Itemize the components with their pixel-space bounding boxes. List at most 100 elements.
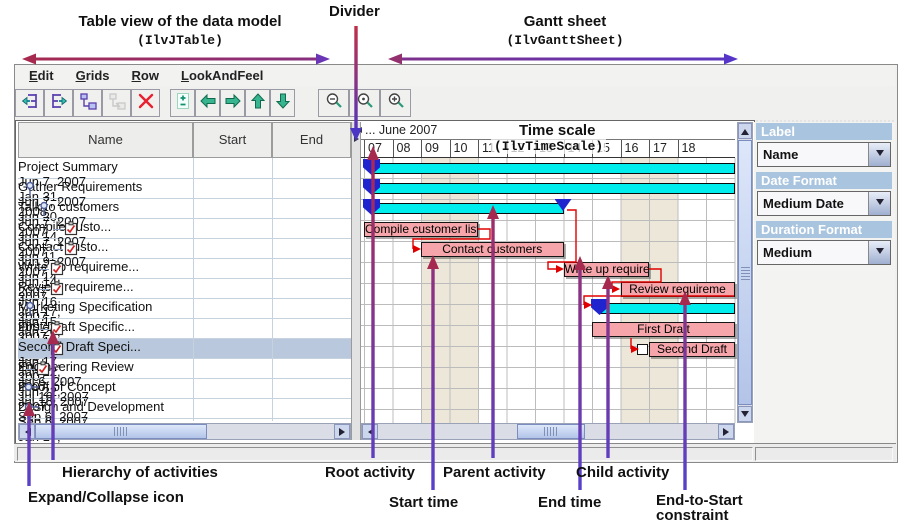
- task-activity-bar[interactable]: First Draft: [592, 322, 735, 337]
- toolbar-indent-row-button[interactable]: [44, 89, 73, 117]
- scroll-right-button[interactable]: [718, 424, 734, 439]
- scroll-left-button[interactable]: [362, 424, 378, 439]
- tree-collapsed-icon[interactable]: [24, 401, 40, 416]
- tree-expanded-icon[interactable]: [24, 301, 36, 320]
- combo-selected-value: Name: [758, 143, 868, 166]
- scroll-thumb[interactable]: [517, 424, 585, 439]
- annotation-time-scale-subtitle: (IlvTimeScale): [491, 139, 606, 154]
- toolbar-zoom-out-button[interactable]: [318, 89, 349, 117]
- table-row[interactable]: Project SummaryJun 7, 2007Jan 31, 2008: [18, 159, 351, 179]
- task-activity-bar[interactable]: Second Draft: [649, 342, 735, 357]
- toolbar-unlink-activities-button[interactable]: [102, 89, 131, 117]
- task-activity-bar[interactable]: Compile customer list: [364, 222, 478, 237]
- task-activity-bar[interactable]: Contact customers: [421, 242, 564, 257]
- activity-name: Write up requireme...: [18, 259, 142, 274]
- tree-expanded-icon[interactable]: [38, 201, 50, 220]
- annotation-end-to-start: End-to-Start constraint: [656, 493, 768, 523]
- table-h-scrollbar: [18, 423, 351, 440]
- scroll-thumb[interactable]: [738, 140, 752, 405]
- task-activity-bar[interactable]: Review requireme: [621, 282, 735, 297]
- link-activities-icon: [78, 91, 98, 116]
- task-checkbox-icon: [64, 241, 78, 259]
- combo-dropdown-button[interactable]: [868, 192, 890, 215]
- menu-item-lookandfeel[interactable]: LookAndFeel: [173, 68, 271, 83]
- toolbar-move-down-button[interactable]: [270, 89, 295, 117]
- table-row[interactable]: Marketing SpecificationJun 15, 2007Jun 2…: [18, 299, 351, 319]
- table-row[interactable]: First Draft Specific...Jun 15, 2007Jun 2…: [18, 319, 351, 339]
- table-row[interactable]: Engineering ReviewJul 6, 2007Jul 16, 200…: [18, 359, 351, 379]
- table-row[interactable]: Compile custo...Jun 7, 2007Jun 11, 2007: [18, 219, 351, 239]
- menu-item-grids[interactable]: Grids: [68, 68, 118, 83]
- tree-line: [53, 249, 63, 250]
- annotation-table-view-title: Table view of the data model: [30, 13, 330, 30]
- time-scale-border: [361, 157, 735, 158]
- tree-line: [39, 329, 49, 330]
- table-row[interactable]: Gather RequirementsJun 7, 2007Jun 20, 20…: [18, 179, 351, 199]
- activity-drag-handle[interactable]: [637, 344, 648, 355]
- tree-line: [39, 269, 49, 270]
- table-row[interactable]: Talk to customersJun 7, 2007Jun 14, 2007: [18, 199, 351, 219]
- scroll-right-button[interactable]: [334, 424, 350, 439]
- panel-combo-duration-format[interactable]: Medium: [757, 240, 891, 265]
- annotation-expand-collapse: Expand/Collapse icon: [28, 489, 184, 506]
- split-divider[interactable]: [351, 122, 361, 440]
- toolbar-expand-collapse-row-button[interactable]: [170, 89, 195, 117]
- summary-activity-bar[interactable]: [372, 203, 564, 214]
- menu-item-edit[interactable]: Edit: [21, 68, 62, 83]
- tree-collapsed-icon[interactable]: [24, 381, 40, 396]
- tree-line: [53, 229, 63, 230]
- summary-activity-bar[interactable]: [372, 183, 735, 194]
- toolbar-zoom-in-button[interactable]: [380, 89, 411, 117]
- activity-name: Second Draft Speci...: [18, 339, 142, 354]
- task-activity-bar[interactable]: Write up requireme: [564, 262, 650, 277]
- annotation-root-activity: Root activity: [325, 464, 415, 481]
- expand-collapse-row-icon: [173, 91, 193, 116]
- table-row[interactable]: Design and DevelopmentSep 6, 2007Jan 17,…: [18, 399, 351, 419]
- table-row[interactable]: Write up requireme...Jun 14, 2007Jun 17,…: [18, 259, 351, 279]
- menu-bar: Edit Grids Row LookAndFeel: [15, 65, 895, 86]
- column-header-start[interactable]: Start: [193, 122, 272, 158]
- toolbar-link-activities-button[interactable]: [73, 89, 102, 117]
- toolbar-delete-row-button[interactable]: [131, 89, 160, 117]
- expand-right-icon[interactable]: [354, 136, 362, 142]
- activity-name: Proof of Concept: [18, 379, 170, 394]
- panel-combo-date-format[interactable]: Medium Date: [757, 191, 891, 216]
- panel-combo-label[interactable]: Name: [757, 142, 891, 167]
- tree-expanded-icon[interactable]: [24, 181, 36, 200]
- table-row[interactable]: Proof of ConceptJul 16, 2007Sep 6, 2007: [18, 379, 351, 399]
- tree-line: [25, 369, 35, 370]
- table-row[interactable]: Review requireme...Jun 16, 2007Jun 20, 2…: [18, 279, 351, 299]
- summary-activity-bar[interactable]: [372, 163, 735, 174]
- toolbar-outdent-row-button[interactable]: [15, 89, 44, 117]
- menu-item-row[interactable]: Row: [124, 68, 167, 83]
- time-scale-day: 16: [621, 140, 650, 157]
- chevron-down-icon: [876, 150, 884, 160]
- annotation-start-time: Start time: [389, 494, 458, 511]
- scroll-thumb[interactable]: [35, 424, 207, 439]
- task-checkbox-icon: [50, 261, 64, 279]
- collapse-left-icon[interactable]: [354, 127, 362, 133]
- task-checkbox-icon: [64, 221, 78, 239]
- toolbar-move-right-button[interactable]: [220, 89, 245, 117]
- move-right-icon: [223, 91, 243, 116]
- combo-dropdown-button[interactable]: [868, 241, 890, 264]
- scroll-left-button[interactable]: [19, 424, 35, 439]
- time-scale-day: 07: [364, 140, 393, 157]
- table-row[interactable]: Second Draft Speci...Jun 17, 2007Jun 22,…: [18, 339, 351, 359]
- toolbar-move-up-button[interactable]: [245, 89, 270, 117]
- zoom-in-icon: [386, 91, 406, 116]
- move-up-icon: [248, 91, 268, 116]
- table-row[interactable]: Contact custo...Jun 9, 2007Jun 14, 2007: [18, 239, 351, 259]
- scroll-down-button[interactable]: [738, 406, 752, 422]
- scroll-up-button[interactable]: [738, 123, 752, 139]
- summary-activity-bar[interactable]: [600, 303, 735, 314]
- column-header-name[interactable]: Name: [18, 122, 193, 158]
- gantt-h-scrollbar: [361, 423, 735, 440]
- column-separator: [193, 158, 194, 421]
- column-header-end[interactable]: End: [272, 122, 351, 158]
- combo-dropdown-button[interactable]: [868, 143, 890, 166]
- move-down-icon: [273, 91, 293, 116]
- toolbar-zoom-reset-button[interactable]: [349, 89, 380, 117]
- status-bar-cell-left: [17, 447, 753, 461]
- toolbar-move-left-button[interactable]: [195, 89, 220, 117]
